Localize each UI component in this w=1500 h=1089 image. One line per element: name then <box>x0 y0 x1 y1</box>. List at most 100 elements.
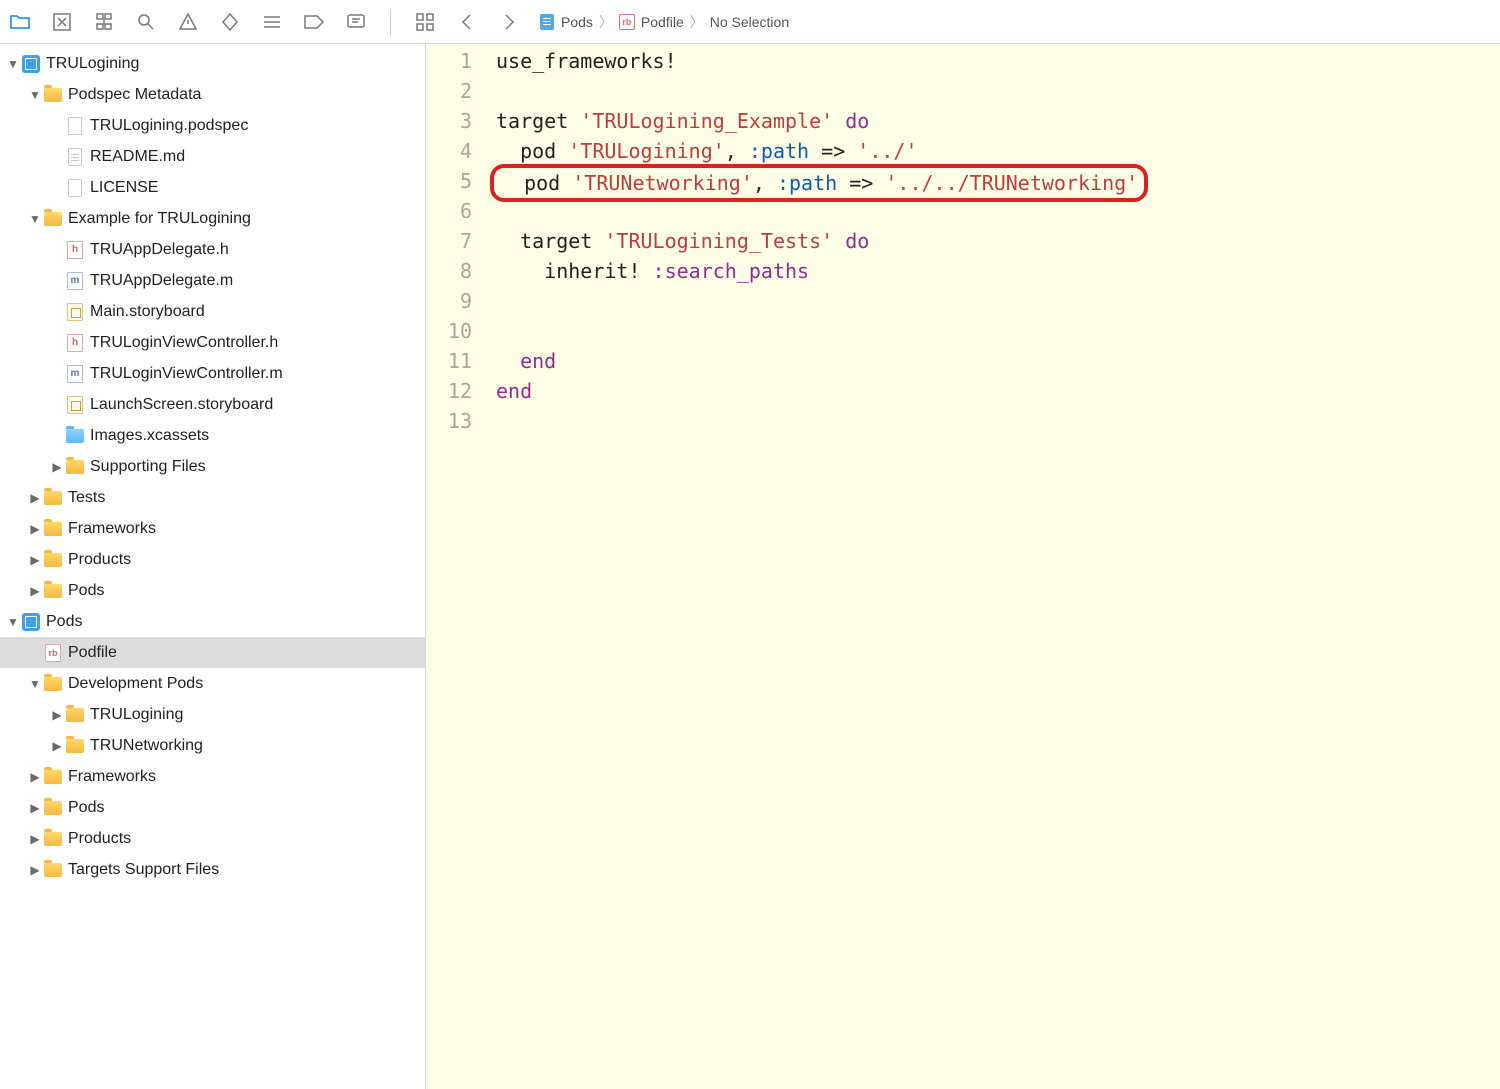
source-control-icon[interactable] <box>50 10 74 34</box>
tree-row[interactable]: ▼ Pods <box>0 606 425 637</box>
disclosure-triangle-icon[interactable]: ▶ <box>28 584 42 598</box>
debug-navigator-icon[interactable] <box>260 10 284 34</box>
tree-row[interactable]: mTRULoginViewController.m <box>0 358 425 389</box>
related-items-icon[interactable] <box>413 10 437 34</box>
code-line[interactable]: pod 'TRULogining', :path => '../' <box>496 136 1500 166</box>
code-line[interactable]: pod 'TRUNetworking', :path => '../../TRU… <box>496 166 1500 196</box>
breakpoint-icon[interactable] <box>302 10 326 34</box>
file-icon <box>66 396 84 414</box>
tree-row-label: TRULogining.podspec <box>90 117 248 135</box>
chevron-right-icon: 〉 <box>690 12 704 32</box>
code-line[interactable]: use_frameworks! <box>496 46 1500 76</box>
tree-row[interactable]: README.md <box>0 141 425 172</box>
code-line[interactable] <box>496 196 1500 226</box>
code-line[interactable] <box>496 406 1500 436</box>
tree-row[interactable]: hTRUAppDelegate.h <box>0 234 425 265</box>
disclosure-triangle-icon[interactable]: ▼ <box>6 615 20 629</box>
tree-row[interactable]: ▶Frameworks <box>0 513 425 544</box>
disclosure-triangle-icon[interactable]: ▶ <box>28 832 42 846</box>
tree-row-label: TRUNetworking <box>90 737 203 755</box>
disclosure-triangle-icon[interactable]: ▶ <box>50 460 64 474</box>
disclosure-triangle-icon[interactable]: ▼ <box>28 677 42 691</box>
code-content[interactable]: use_frameworks! target 'TRULogining_Exam… <box>486 46 1500 1089</box>
breadcrumb-item[interactable]: No Selection <box>710 14 789 30</box>
report-navigator-icon[interactable] <box>344 10 368 34</box>
disclosure-triangle-icon[interactable]: ▶ <box>50 708 64 722</box>
disclosure-triangle-icon <box>50 181 64 195</box>
tree-row-label: Targets Support Files <box>68 861 219 879</box>
disclosure-triangle-icon[interactable]: ▶ <box>28 801 42 815</box>
disclosure-triangle-icon[interactable]: ▶ <box>28 522 42 536</box>
tree-row[interactable]: ▶Pods <box>0 792 425 823</box>
line-number: 6 <box>426 196 472 226</box>
tree-row[interactable]: rb Podfile <box>0 637 425 668</box>
tree-row-label: Products <box>68 551 131 569</box>
code-line[interactable]: end <box>496 376 1500 406</box>
tree-row[interactable]: ▶Tests <box>0 482 425 513</box>
disclosure-triangle-icon[interactable]: ▶ <box>28 553 42 567</box>
code-line[interactable]: target 'TRULogining_Tests' do <box>496 226 1500 256</box>
tree-row[interactable]: ▶Pods <box>0 575 425 606</box>
tree-row[interactable]: hTRULoginViewController.h <box>0 327 425 358</box>
tree-row[interactable]: TRULogining.podspec <box>0 110 425 141</box>
disclosure-triangle-icon[interactable]: ▶ <box>28 491 42 505</box>
disclosure-triangle-icon[interactable]: ▶ <box>50 739 64 753</box>
chevron-right-icon: 〉 <box>599 12 613 32</box>
code-line[interactable]: target 'TRULogining_Example' do <box>496 106 1500 136</box>
tree-row[interactable]: ▼Example for TRULogining <box>0 203 425 234</box>
test-navigator-icon[interactable] <box>218 10 242 34</box>
code-line[interactable]: inherit! :search_paths <box>496 256 1500 286</box>
code-line[interactable] <box>496 316 1500 346</box>
project-navigator[interactable]: ▼TRULogining▼Podspec Metadata TRULogining… <box>0 44 426 1089</box>
file-icon <box>44 582 62 600</box>
back-icon[interactable] <box>455 10 479 34</box>
code-editor[interactable]: 12345678910111213 use_frameworks! target… <box>426 44 1500 1089</box>
tree-row[interactable]: Main.storyboard <box>0 296 425 327</box>
tree-row[interactable]: mTRUAppDelegate.m <box>0 265 425 296</box>
disclosure-triangle-icon <box>50 398 64 412</box>
tree-row[interactable]: ▶ Frameworks <box>0 761 425 792</box>
search-icon[interactable] <box>134 10 158 34</box>
tree-row[interactable]: ▼Development Pods <box>0 668 425 699</box>
file-icon <box>22 55 40 73</box>
code-line[interactable] <box>496 76 1500 106</box>
symbol-navigator-icon[interactable] <box>92 10 116 34</box>
tree-row[interactable]: ▶ TRUNetworking <box>0 730 425 761</box>
tree-row-label: Podfile <box>68 644 117 662</box>
breadcrumb-item[interactable]: Podfile <box>641 14 684 30</box>
tree-row[interactable]: ▶ Products <box>0 544 425 575</box>
disclosure-triangle-icon <box>50 119 64 133</box>
forward-icon[interactable] <box>497 10 521 34</box>
tree-row[interactable]: ▼Podspec Metadata <box>0 79 425 110</box>
file-icon <box>44 210 62 228</box>
warning-icon[interactable] <box>176 10 200 34</box>
disclosure-triangle-icon[interactable]: ▼ <box>6 57 20 71</box>
disclosure-triangle-icon[interactable]: ▼ <box>28 88 42 102</box>
line-number: 5 <box>426 166 472 196</box>
file-icon <box>66 148 84 166</box>
disclosure-triangle-icon[interactable]: ▶ <box>28 770 42 784</box>
tree-row-label: LICENSE <box>90 179 158 197</box>
disclosure-triangle-icon[interactable]: ▼ <box>28 212 42 226</box>
breadcrumb-item[interactable]: Pods <box>561 14 593 30</box>
tree-row[interactable]: ▼TRULogining <box>0 48 425 79</box>
code-line[interactable] <box>496 286 1500 316</box>
disclosure-triangle-icon[interactable]: ▶ <box>28 863 42 877</box>
tree-row-label: Frameworks <box>68 768 156 786</box>
tree-row[interactable]: ▶ Supporting Files <box>0 451 425 482</box>
tree-row-label: Pods <box>46 613 82 631</box>
tree-row[interactable]: Images.xcassets <box>0 420 425 451</box>
disclosure-triangle-icon <box>50 336 64 350</box>
tree-row[interactable]: LICENSE <box>0 172 425 203</box>
tree-row[interactable]: ▶TRULogining <box>0 699 425 730</box>
navigator-folder-icon[interactable] <box>8 10 32 34</box>
tree-row[interactable]: ▶ Targets Support Files <box>0 854 425 885</box>
disclosure-triangle-icon <box>50 274 64 288</box>
tree-row[interactable]: ▶Products <box>0 823 425 854</box>
line-number: 9 <box>426 286 472 316</box>
code-line[interactable]: end <box>496 346 1500 376</box>
tree-row[interactable]: LaunchScreen.storyboard <box>0 389 425 420</box>
tree-row-label: Supporting Files <box>90 458 206 476</box>
file-icon: rb <box>44 644 62 662</box>
tree-row-label: Images.xcassets <box>90 427 209 445</box>
